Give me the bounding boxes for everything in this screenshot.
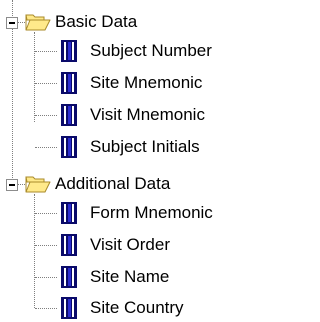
tree-branch	[35, 147, 57, 148]
tree-branch	[35, 277, 57, 278]
data-field-icon	[61, 202, 77, 224]
data-field-icon	[61, 266, 77, 288]
data-field-icon	[61, 40, 77, 62]
data-field-icon	[61, 104, 77, 126]
tree-branch	[18, 184, 25, 185]
tree-group-line-additional	[34, 194, 35, 308]
data-field-icon	[61, 297, 77, 319]
data-tree: Basic Data Subject Number Site Mnemonic …	[0, 0, 276, 322]
field-label-visit-order[interactable]: Visit Order	[90, 235, 170, 255]
group-label-additional-data[interactable]: Additional Data	[55, 174, 170, 194]
field-label-visit-mnemonic[interactable]: Visit Mnemonic	[90, 105, 205, 125]
open-folder-icon	[25, 176, 51, 193]
data-field-icon	[61, 136, 77, 158]
open-folder-icon	[25, 14, 51, 31]
collapse-toggle-basic-data[interactable]	[6, 17, 18, 29]
tree-branch	[35, 308, 57, 309]
field-label-site-mnemonic[interactable]: Site Mnemonic	[90, 73, 202, 93]
tree-branch	[18, 22, 25, 23]
field-label-subject-initials[interactable]: Subject Initials	[90, 137, 200, 157]
tree-group-line-basic	[34, 32, 35, 122]
tree-branch	[35, 245, 57, 246]
tree-branch	[35, 83, 57, 84]
field-label-site-country[interactable]: Site Country	[90, 298, 184, 318]
field-label-subject-number[interactable]: Subject Number	[90, 41, 212, 61]
tree-branch	[35, 51, 57, 52]
field-label-form-mnemonic[interactable]: Form Mnemonic	[90, 203, 213, 223]
field-label-site-name[interactable]: Site Name	[90, 267, 169, 287]
group-label-basic-data[interactable]: Basic Data	[55, 12, 137, 32]
tree-branch	[35, 115, 57, 116]
tree-branch	[35, 213, 57, 214]
data-field-icon	[61, 234, 77, 256]
data-field-icon	[61, 72, 77, 94]
collapse-toggle-additional-data[interactable]	[6, 179, 18, 191]
